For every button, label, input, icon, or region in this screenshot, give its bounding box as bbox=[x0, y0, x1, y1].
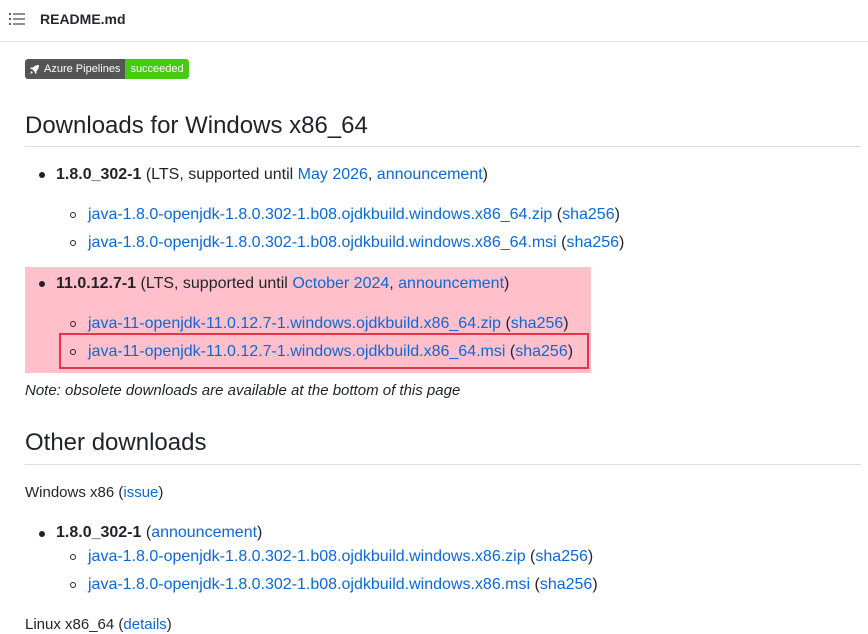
lts-text: (LTS, supported until bbox=[136, 275, 293, 292]
download-link[interactable]: java-11-openjdk-11.0.12.7-1.windows.ojdk… bbox=[88, 315, 501, 332]
paren-close: ) bbox=[563, 315, 569, 332]
file-item: java-1.8.0-openjdk-1.8.0.302-1.b08.ojdkb… bbox=[88, 548, 593, 566]
download-link[interactable]: java-1.8.0-openjdk-1.8.0.302-1.b08.ojdkb… bbox=[88, 576, 530, 593]
obsolete-note: Note: obsolete downloads are available a… bbox=[25, 382, 461, 399]
selection-box bbox=[59, 333, 589, 369]
paren-close: ) bbox=[158, 484, 164, 501]
eol-link[interactable]: May 2026 bbox=[298, 166, 368, 183]
heading-rule bbox=[25, 464, 861, 465]
version-label: 1.8.0_302-1 bbox=[56, 524, 142, 541]
announcement-link[interactable]: announcement bbox=[398, 275, 504, 292]
platform-label: Windows x86 bbox=[25, 484, 115, 501]
paren-close: ) bbox=[504, 275, 510, 292]
list-icon[interactable] bbox=[9, 12, 25, 26]
separator: , bbox=[389, 275, 399, 292]
list-item-11: 11.0.12.7-1 (LTS, supported until Octobe… bbox=[56, 275, 509, 293]
paren-open: ( bbox=[525, 548, 536, 565]
file-item: java-1.8.0-openjdk-1.8.0.302-1.b08.ojdkb… bbox=[88, 206, 620, 224]
sha256-link[interactable]: sha256 bbox=[540, 576, 593, 593]
paren-close: ) bbox=[614, 206, 620, 223]
file-item: java-11-openjdk-11.0.12.7-1.windows.ojdk… bbox=[88, 315, 569, 333]
file-header: README.md bbox=[0, 0, 868, 42]
version-label: 11.0.12.7-1 bbox=[56, 275, 137, 292]
badge-label: Azure Pipelines bbox=[44, 63, 121, 75]
badge-status: succeeded bbox=[125, 59, 189, 79]
download-link[interactable]: java-1.8.0-openjdk-1.8.0.302-1.b08.ojdkb… bbox=[88, 234, 557, 251]
issue-link[interactable]: issue bbox=[123, 484, 158, 501]
sha256-link[interactable]: sha256 bbox=[567, 234, 620, 251]
paren-open: ( bbox=[556, 234, 567, 251]
sub-bullet bbox=[70, 240, 76, 246]
announcement-link[interactable]: announcement bbox=[151, 524, 257, 541]
sub-bullet bbox=[70, 554, 76, 560]
paren-close: ) bbox=[482, 166, 488, 183]
badge-left: Azure Pipelines bbox=[25, 59, 126, 79]
rocket-icon bbox=[30, 64, 39, 74]
platform-label: Linux x86_64 bbox=[25, 616, 115, 633]
details-link[interactable]: details bbox=[123, 616, 166, 633]
section-heading-windows64: Downloads for Windows x86_64 bbox=[25, 112, 368, 139]
paren-close: ) bbox=[592, 576, 598, 593]
sha256-link[interactable]: sha256 bbox=[535, 548, 588, 565]
paren-close: ) bbox=[166, 616, 172, 633]
paren-open: ( bbox=[530, 576, 540, 593]
separator: , bbox=[367, 166, 377, 183]
paren-open: ( bbox=[501, 315, 511, 332]
file-item: java-1.8.0-openjdk-1.8.0.302-1.b08.ojdkb… bbox=[88, 576, 598, 594]
sub-bullet bbox=[70, 321, 76, 327]
lts-text: (LTS, supported until bbox=[141, 166, 298, 183]
paren-close: ) bbox=[587, 548, 594, 565]
paren-open: ( bbox=[114, 484, 124, 501]
bullet bbox=[39, 172, 45, 178]
sub-bullet bbox=[70, 582, 76, 588]
sub-bullet bbox=[70, 212, 76, 218]
paren-close: ) bbox=[619, 234, 625, 251]
paren-open: ( bbox=[552, 206, 563, 223]
linux-x86-64-label: Linux x86_64 (details) bbox=[25, 616, 172, 633]
sha256-link[interactable]: sha256 bbox=[562, 206, 615, 223]
windows-x86-label: Windows x86 (issue) bbox=[25, 484, 163, 501]
bullet bbox=[39, 281, 45, 287]
announcement-link[interactable]: announcement bbox=[377, 166, 483, 183]
paren-open: ( bbox=[141, 524, 152, 541]
file-title: README.md bbox=[40, 11, 126, 27]
azure-pipelines-badge[interactable]: Azure Pipelines succeeded bbox=[25, 59, 189, 79]
list-item-x86: 1.8.0_302-1 (announcement) bbox=[56, 524, 262, 542]
file-item: java-1.8.0-openjdk-1.8.0.302-1.b08.ojdkb… bbox=[88, 234, 624, 252]
download-link[interactable]: java-1.8.0-openjdk-1.8.0.302-1.b08.ojdkb… bbox=[88, 548, 526, 565]
paren-close: ) bbox=[257, 524, 263, 541]
version-label: 1.8.0_302-1 bbox=[56, 166, 142, 183]
list-item-1-8-0: 1.8.0_302-1 (LTS, supported until May 20… bbox=[56, 166, 488, 184]
bullet bbox=[39, 531, 45, 537]
download-link[interactable]: java-1.8.0-openjdk-1.8.0.302-1.b08.ojdkb… bbox=[88, 206, 552, 223]
eol-link[interactable]: October 2024 bbox=[292, 275, 389, 292]
section-heading-other: Other downloads bbox=[25, 429, 207, 456]
heading-rule bbox=[25, 146, 861, 147]
sha256-link[interactable]: sha256 bbox=[511, 315, 564, 332]
